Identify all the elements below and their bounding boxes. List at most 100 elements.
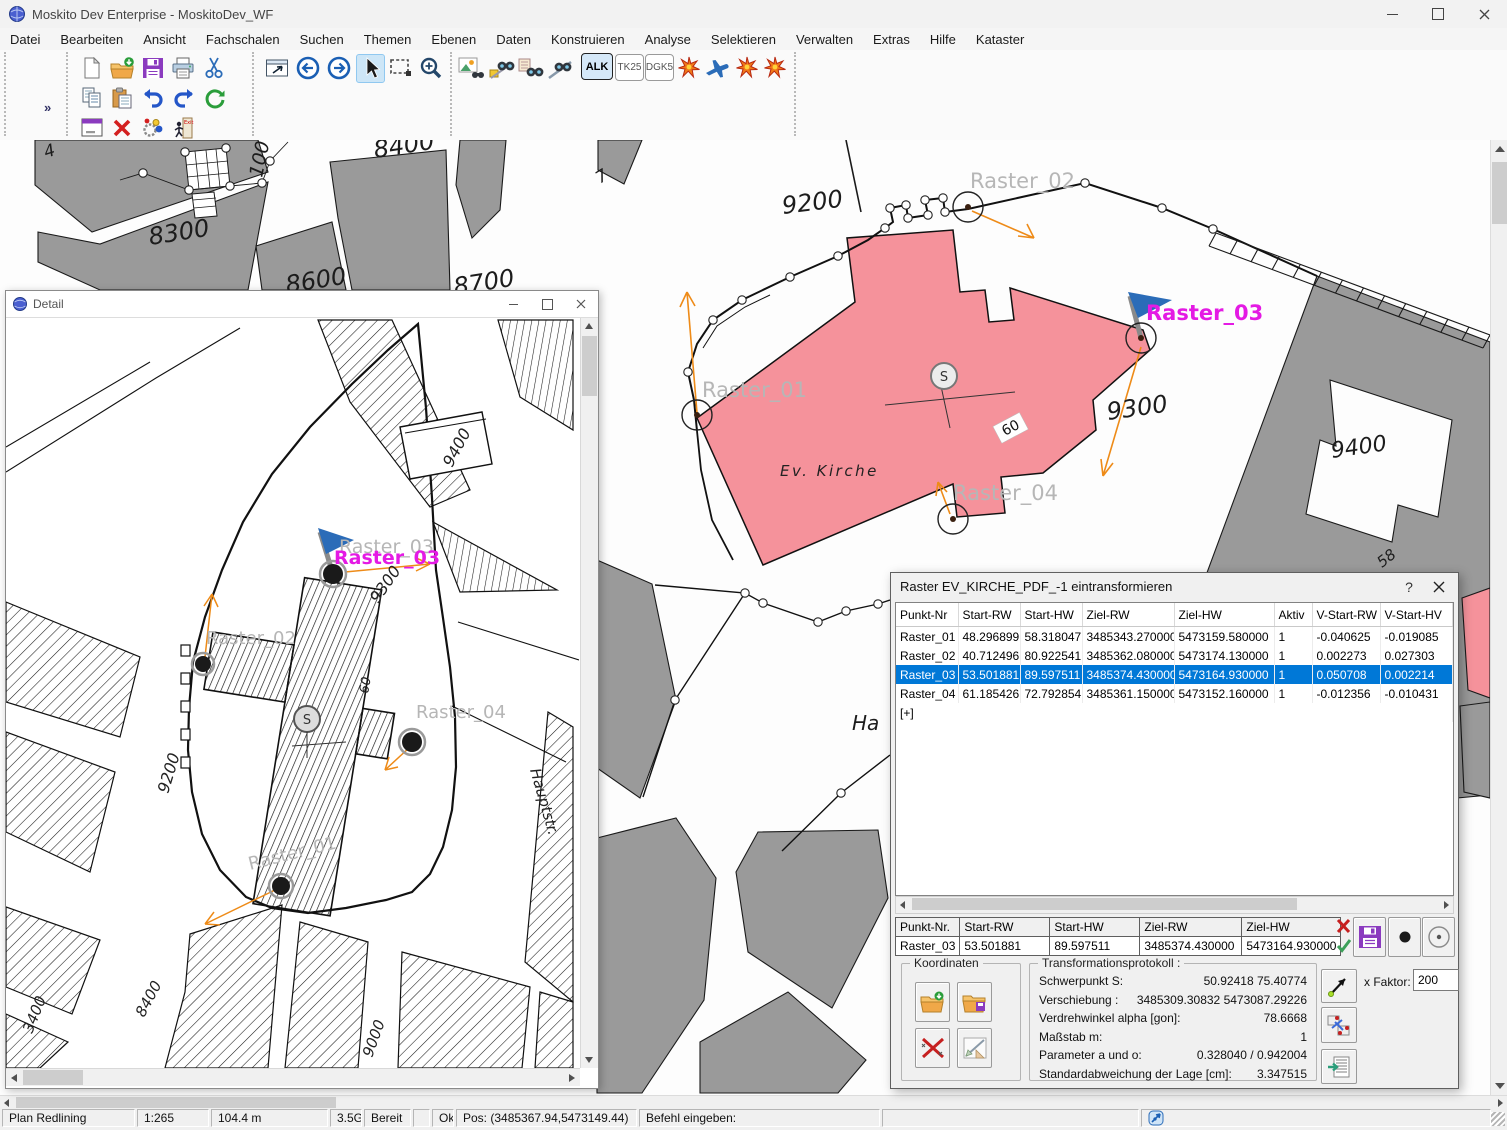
scroll-down-arrow[interactable] [585,1057,593,1063]
scroll-up-arrow[interactable] [585,323,593,329]
vertex-node[interactable] [921,196,929,204]
scroll-down-arrow[interactable] [1495,1083,1505,1089]
menu-kataster[interactable]: Kataster [966,30,1034,49]
resize-grip[interactable] [1491,1112,1505,1126]
menu-verwalten[interactable]: Verwalten [786,30,863,49]
fire-1-button[interactable] [675,54,702,81]
copy-button[interactable] [78,84,105,111]
column-header[interactable]: V-Start-RW [1312,603,1380,627]
vertex-node[interactable] [834,252,842,260]
detail-hscroll-thumb[interactable] [23,1070,83,1085]
scroll-right-arrow[interactable] [569,1074,575,1082]
transform-dialog[interactable]: Raster EV_KIRCHE_PDF_-1 eintransformiere… [890,572,1459,1089]
pointer-button[interactable] [356,54,385,83]
select-rect-button[interactable] [387,54,414,81]
search-map-button[interactable] [517,54,544,81]
fit-view-button[interactable] [263,54,290,81]
vertex-node[interactable] [874,600,882,608]
detail-control-point-Raster_02[interactable] [195,656,211,672]
edit-value-row[interactable]: Raster_0353.50188189.5975113485374.43000… [896,937,1341,956]
undo-button[interactable] [139,84,166,111]
print-button[interactable] [169,54,196,81]
status-cell-8[interactable]: Befehl eingeben: [639,1109,880,1127]
vertex-node[interactable] [786,273,794,281]
add-row[interactable]: [+] [896,703,1452,722]
vertex-node[interactable] [837,789,845,797]
menu-ansicht[interactable]: Ansicht [133,30,196,49]
table-row-Raster_02[interactable]: Raster_0240.71249680.9225413485362.08000… [896,646,1452,665]
confirm-edit-button[interactable] [1336,937,1352,959]
menu-daten[interactable]: Daten [486,30,541,49]
vertex-node[interactable] [939,194,947,202]
close-button[interactable] [1461,0,1507,28]
scroll-right-arrow[interactable] [1498,1099,1503,1107]
save-points-button[interactable] [1353,917,1386,957]
back-button[interactable] [294,54,321,81]
vertex-node[interactable] [904,214,912,222]
vertex-node[interactable] [902,201,910,209]
vertex-node[interactable] [671,696,679,704]
table-row-Raster_03[interactable]: Raster_0353.50188189.5975113485374.43000… [896,665,1452,684]
menu-extras[interactable]: Extras [863,30,920,49]
vertex-node[interactable] [941,208,949,216]
column-header[interactable]: Ziel-RW [1082,603,1174,627]
vertex-node[interactable] [139,169,147,177]
map-horizontal-scrollbar[interactable] [0,1095,1507,1109]
vertex-node[interactable] [1158,204,1166,212]
vertex-node[interactable] [684,368,692,376]
menu-themen[interactable]: Themen [354,30,422,49]
save-button[interactable] [139,54,166,81]
points-table[interactable]: Punkt-NrStart-RWStart-HWZiel-RWZiel-HWAk… [896,603,1453,722]
detail-control-point-Raster_01[interactable] [272,877,290,895]
vertex-node[interactable] [222,144,230,152]
vertex-node[interactable] [842,607,850,615]
refresh-button[interactable] [201,84,228,111]
vertex-node[interactable] [886,204,894,212]
plane-button[interactable] [703,54,730,81]
redo-button[interactable] [170,84,197,111]
forward-button[interactable] [325,54,352,81]
table-row-Raster_01[interactable]: Raster_0148.29689958.3180473485343.27000… [896,627,1452,647]
paste-button[interactable] [108,84,135,111]
dialog-close-button[interactable] [1424,576,1454,598]
new-document-button[interactable] [78,54,105,81]
menu-hilfe[interactable]: Hilfe [920,30,966,49]
detail-horizontal-scrollbar[interactable] [6,1068,580,1086]
detail-vscroll-thumb[interactable] [582,336,597,396]
delete-button[interactable] [108,114,135,141]
exit-button[interactable]: Exit [169,114,196,141]
toolbar-overflow-chevron[interactable]: » [44,100,51,115]
menu-datei[interactable]: Datei [0,30,50,49]
scroll-left-arrow[interactable] [11,1074,17,1082]
menu-selektieren[interactable]: Selektieren [701,30,786,49]
load-coordinates-button[interactable] [915,982,950,1022]
settings-button[interactable] [139,114,166,141]
fire-2-button[interactable] [733,54,760,81]
scroll-up-arrow[interactable] [1495,146,1505,152]
detail-titlebar[interactable]: Detail [6,291,598,318]
column-header[interactable]: Start-HW [1020,603,1082,627]
detail-window[interactable]: Detail [5,290,599,1089]
menu-analyse[interactable]: Analyse [635,30,701,49]
image-search-button[interactable] [457,54,484,81]
x-faktor-input[interactable] [1413,969,1459,991]
search-place-button[interactable] [488,54,515,81]
menu-ebenen[interactable]: Ebenen [421,30,486,49]
table-hscroll-thumb[interactable] [912,898,1297,910]
detail-control-point-Raster_04[interactable] [402,732,422,752]
dgk5-layer-button[interactable]: DGK5 [645,54,674,81]
table-row-Raster_04[interactable]: Raster_0461.18542672.7928543485361.15000… [896,684,1452,703]
vertex-node[interactable] [266,157,274,165]
menu-fachschalen[interactable]: Fachschalen [196,30,290,49]
detail-minimize-button[interactable] [496,292,530,316]
vertex-node[interactable] [185,186,193,194]
vertex-node[interactable] [226,182,234,190]
table-horizontal-scrollbar[interactable] [895,896,1454,914]
alk-layer-button[interactable]: ALK [581,53,613,80]
detail-maximize-button[interactable] [530,292,564,316]
dialog-help-button[interactable]: ? [1394,576,1424,598]
vertex-node[interactable] [738,296,746,304]
zoom-in-button[interactable] [417,54,444,81]
vertex-node[interactable] [814,618,822,626]
edit-point-table[interactable]: Punkt-Nr.Start-RWStart-HWZiel-RWZiel-HWR… [895,917,1341,956]
